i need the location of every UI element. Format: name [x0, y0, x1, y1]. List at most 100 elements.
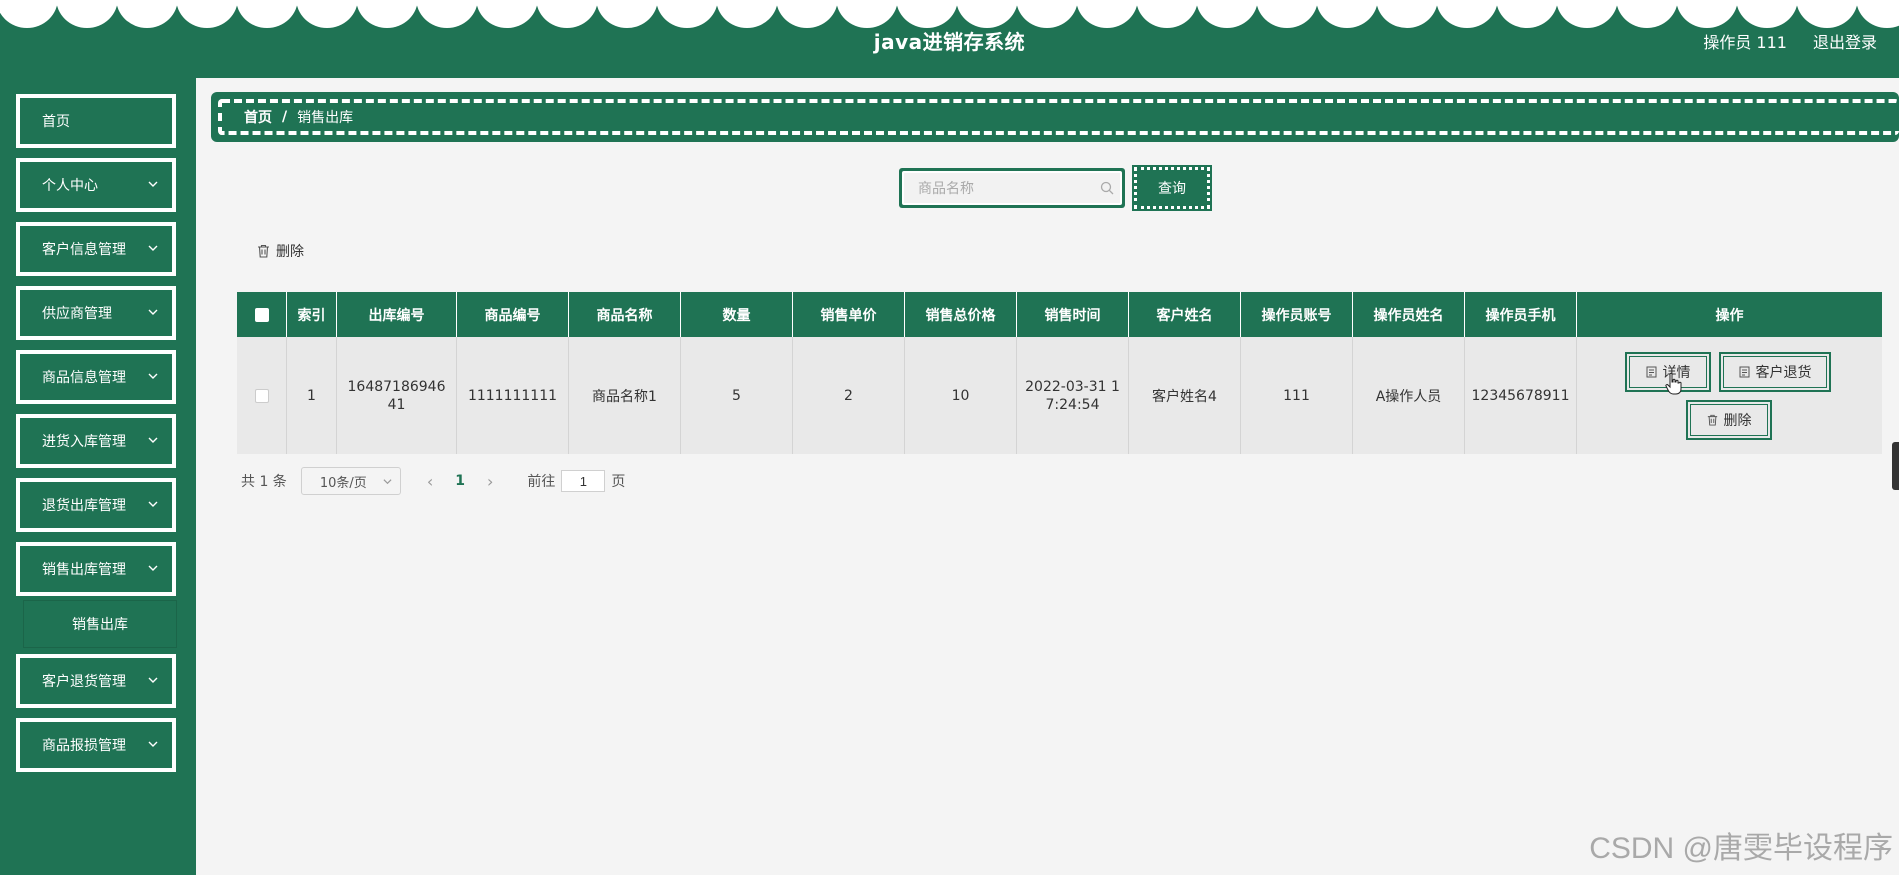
next-page-button[interactable]: ›	[487, 472, 493, 491]
app-title: java进销存系统	[873, 30, 1026, 54]
scallop-shape	[356, 0, 418, 28]
cell-operator-phone: 12345678911	[1465, 337, 1577, 454]
page-suffix: 页	[611, 474, 626, 490]
scallop-shape	[1196, 0, 1258, 28]
column-header: 商品编号	[457, 292, 569, 337]
cell-operator-account: 111	[1241, 337, 1353, 454]
sidebar-item-label: 个人中心	[42, 178, 98, 194]
cell-unit-price: 2	[793, 337, 905, 454]
cell-quantity: 5	[681, 337, 793, 454]
scallop-shape	[56, 0, 118, 28]
row-select-cell[interactable]	[237, 337, 287, 454]
user-area: 操作员 111 退出登录	[1703, 29, 1877, 53]
column-header: 操作	[1715, 307, 1744, 324]
sidebar-item-sales-outbound[interactable]: 销售出库管理	[16, 542, 176, 596]
chevron-down-icon	[148, 677, 158, 683]
sidebar-item-product-loss[interactable]: 商品报损管理	[16, 718, 176, 772]
top-header: java进销存系统 操作员 111 退出登录	[0, 0, 1899, 78]
scallop-shape	[236, 0, 298, 28]
sidebar-item-purchase-inbound[interactable]: 进货入库管理	[16, 414, 176, 468]
prev-page-button[interactable]: ‹	[427, 472, 433, 491]
header-select-all[interactable]	[237, 292, 287, 337]
pagination: 共 1 条 10条/页 ‹ 1 › 前往 页	[241, 467, 625, 495]
scallop-shape	[956, 0, 1018, 28]
scallop-shape	[596, 0, 658, 28]
chevron-down-icon	[148, 309, 158, 315]
column-header: 数量	[681, 292, 793, 337]
search-input[interactable]	[902, 171, 1122, 205]
row-delete-button[interactable]: 删除	[1686, 400, 1772, 440]
select-all-checkbox[interactable]	[254, 307, 269, 322]
trash-icon	[258, 244, 269, 258]
breadcrumb-home[interactable]: 首页	[244, 107, 272, 127]
sidebar-item-label: 客户退货管理	[42, 674, 126, 690]
scallop-shape	[1556, 0, 1618, 28]
operator-label: 操作员 111	[1703, 33, 1787, 52]
sidebar-item-label: 商品信息管理	[42, 370, 126, 386]
scallop-shape	[1076, 0, 1138, 28]
cell-customer-name: 客户姓名4	[1129, 337, 1241, 454]
sidebar-item-customer-return[interactable]: 客户退货管理	[16, 654, 176, 708]
sidebar: 首页 个人中心 客户信息管理 供应商管理 商品信息管理 进货入库管理 退货出库管…	[0, 78, 196, 875]
search-icon	[1100, 181, 1114, 195]
submenu-item-label: 销售出库	[72, 617, 128, 633]
page-number[interactable]: 1	[455, 473, 465, 489]
row-delete-button-inner: 删除	[1690, 404, 1768, 436]
logout-link[interactable]: 退出登录	[1813, 29, 1877, 53]
cell-text: 41	[387, 396, 406, 413]
scallop-shape	[656, 0, 718, 28]
document-icon	[1739, 366, 1749, 378]
cell-total-price: 10	[905, 337, 1017, 454]
scallop-shape	[1256, 0, 1318, 28]
batch-delete-button[interactable]: 删除	[257, 241, 304, 261]
breadcrumb-current: 销售出库	[297, 110, 354, 126]
page-size-select[interactable]: 10条/页	[300, 467, 401, 495]
column-header: 客户姓名	[1129, 292, 1241, 337]
chevron-down-icon	[148, 501, 158, 507]
column-header: 销售时间	[1017, 292, 1129, 337]
table-row: 1 16487186946 41 1111111111 商品名称1 5 2 10…	[237, 337, 1882, 454]
sidebar-item-personal-center[interactable]: 个人中心	[16, 158, 176, 212]
chevron-down-icon	[148, 741, 158, 747]
scallop-shape	[416, 0, 478, 28]
customer-return-button-inner: 客户退货	[1723, 356, 1827, 388]
customer-return-button[interactable]: 客户退货	[1719, 352, 1831, 392]
cell-text: 7:24:54	[1045, 396, 1100, 413]
cell-outbound-no: 16487186946 41	[337, 337, 457, 454]
row-checkbox[interactable]	[254, 388, 269, 403]
scallop-shape	[1796, 0, 1858, 28]
sidebar-item-return-outbound[interactable]: 退货出库管理	[16, 478, 176, 532]
cell-product-name: 商品名称1	[569, 337, 681, 454]
column-header: 商品名称	[569, 292, 681, 337]
scallop-shape	[176, 0, 238, 28]
scallop-shape	[1316, 0, 1378, 28]
chevron-down-icon	[148, 181, 158, 187]
chevron-down-icon	[383, 479, 392, 485]
cell-sale-time: 2022-03-31 1 7:24:54	[1017, 337, 1129, 454]
submenu-item-sales-outbound[interactable]: 销售出库	[24, 601, 176, 647]
cell-actions: 详情 客户退货 删除	[1577, 337, 1882, 454]
sidebar-item-product-info[interactable]: 商品信息管理	[16, 350, 176, 404]
cell-operator-name: A操作人员	[1353, 337, 1465, 454]
chevron-down-icon	[148, 437, 158, 443]
page-size-value: 10条/页	[319, 475, 367, 491]
breadcrumb-inner: 首页 / 销售出库	[218, 99, 1899, 135]
watermark: CSDN @唐雯毕设程序	[1589, 832, 1893, 865]
sidebar-item-label: 供应商管理	[42, 306, 112, 322]
breadcrumb-separator: /	[282, 109, 288, 125]
column-header: 销售单价	[793, 292, 905, 337]
goto-page-input[interactable]	[561, 470, 606, 492]
column-header: 操作员手机	[1465, 292, 1577, 337]
batch-delete-label: 删除	[276, 244, 304, 260]
query-button[interactable]: 查询	[1132, 165, 1212, 211]
scallop-shape	[1436, 0, 1498, 28]
sidebar-item-customer-info[interactable]: 客户信息管理	[16, 222, 176, 276]
sidebar-item-home[interactable]: 首页	[16, 94, 176, 148]
sidebar-item-label: 商品报损管理	[42, 738, 126, 754]
column-header: 出库编号	[337, 292, 457, 337]
sidebar-item-supplier[interactable]: 供应商管理	[16, 286, 176, 340]
scallop-shape	[896, 0, 958, 28]
side-drawer-handle[interactable]	[1892, 442, 1899, 490]
scallop-shape	[716, 0, 778, 28]
chevron-down-icon	[148, 245, 158, 251]
